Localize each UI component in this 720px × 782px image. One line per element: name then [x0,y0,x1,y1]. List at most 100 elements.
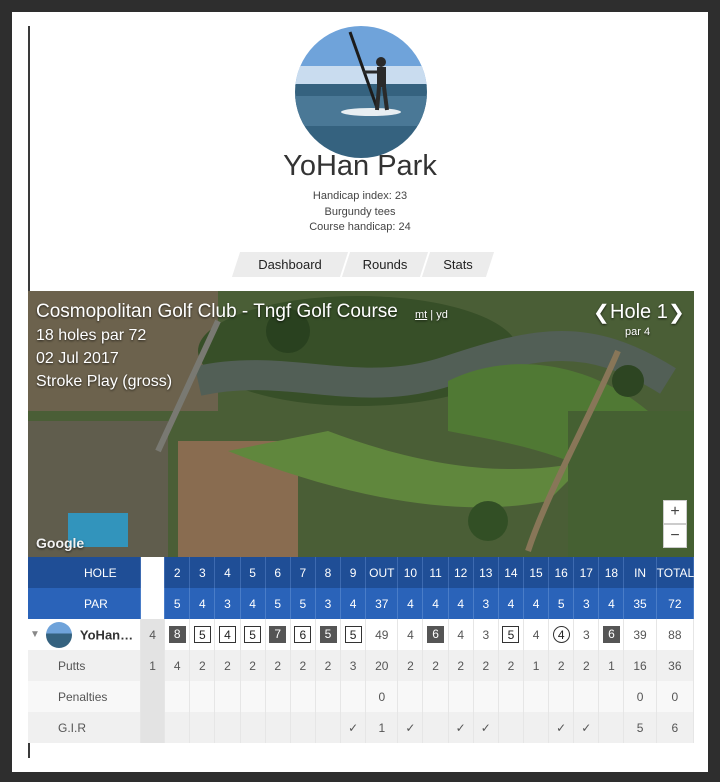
putts-label: Putts [28,650,142,681]
gir-total: 6 [656,712,695,743]
penalties-in: 0 [623,681,657,712]
zoom-in-button[interactable]: + [663,500,687,524]
penalties-out: 0 [365,681,399,712]
tab-stats[interactable]: Stats [421,252,495,277]
putts-cell: 2 [397,650,424,681]
page-frame: YoHan Park Handicap index: 23 Burgundy t… [12,12,708,772]
par-cell: 3 [214,588,241,619]
putts-cell: 1 [523,650,550,681]
score-marker: 7 [269,626,287,643]
penalties-cell [340,681,367,712]
holes-in: IN [623,557,657,588]
play-format: Stroke Play (gross) [36,373,173,390]
holes-cell: 15 [523,557,550,588]
putts-cell: 1 [598,650,625,681]
penalties-cell [548,681,575,712]
zoom-out-button[interactable]: − [663,524,687,548]
score-marker: 6 [602,626,620,643]
penalties-label: Penalties [28,681,142,712]
score-cell: 5 [340,619,367,650]
putts-in: 16 [623,650,657,681]
player-cell[interactable]: ▼ YoHan… [28,619,142,650]
penalties-total: 0 [656,681,695,712]
prev-hole-icon[interactable]: ❮ [593,300,610,325]
penalties-cell [189,681,216,712]
par-out: 37 [365,588,399,619]
gir-in: 5 [623,712,657,743]
expand-icon[interactable]: ▼ [30,629,40,640]
holes-cell: 8 [315,557,342,588]
score-cell: 4 [548,619,575,650]
gir-row: G.I.R ✓ 1 ✓ ✓ ✓ ✓ ✓ 5 6 [28,712,695,743]
player-name: YoHan… [79,627,134,642]
score-cell: 4 [448,619,474,650]
penalties-cell [598,681,625,712]
holes-cell: 1 [140,557,166,588]
putts-cell: 2 [315,650,342,681]
par-cell: 4 [448,588,474,619]
course-map[interactable]: Cosmopolitan Golf Club - Tngf Golf Cours… [28,291,694,557]
putts-cell: 2 [498,650,524,681]
penalties-cell [265,681,291,712]
penalties-cell [397,681,424,712]
putts-cell: 1 [140,650,166,681]
score-marker: 5 [244,626,262,643]
next-hole-icon[interactable]: ❯ [668,300,685,325]
hole-label: HOLE [28,557,142,588]
score-cell: 3 [573,619,600,650]
unit-mt[interactable]: mt [415,309,427,321]
putts-cell: 2 [214,650,241,681]
course-name: Cosmopolitan Golf Club - Tngf Golf Cours… [36,301,398,322]
holes-out: OUT [365,557,399,588]
score-cell: 3 [473,619,499,650]
course-handicap: Course handicap: 24 [309,221,411,233]
gir-cell [265,712,291,743]
unit-separator: | [430,309,434,321]
tab-dashboard[interactable]: Dashboard [231,252,349,277]
penalties-row: Penalties 0 0 0 [28,681,695,712]
holes-cell: 17 [573,557,600,588]
par-label: PAR [28,588,142,619]
penalties-cell [164,681,191,712]
gir-label: G.I.R [28,712,142,743]
putts-cell: 3 [340,650,367,681]
par-total: 72 [656,588,695,619]
penalties-cell [523,681,550,712]
tab-dashboard-label: Dashboard [258,257,322,272]
score-cell: 5 [240,619,266,650]
par-cell: 4 [397,588,424,619]
par-cell: 5 [290,588,316,619]
penalties-cell [573,681,600,712]
gir-cell [189,712,216,743]
par-cell: 5 [164,588,191,619]
putts-out: 20 [365,650,399,681]
score-in: 39 [623,619,657,650]
putts-cell: 2 [240,650,266,681]
profile-avatar [295,26,427,158]
score-cell: 5 [315,619,342,650]
penalties-cell [140,681,166,712]
gir-cell [523,712,550,743]
holes-total: TOTAL [656,557,694,588]
holes-cell: 12 [448,557,474,588]
gir-cell [315,712,342,743]
holes-cell: 18 [598,557,625,588]
holes-cell: 7 [290,557,316,588]
tees-label: Burgundy tees [324,206,396,218]
score-cell: 6 [598,619,625,650]
tab-rounds[interactable]: Rounds [341,252,429,277]
profile-name: YoHan Park [283,150,437,182]
penalties-cell [498,681,524,712]
par-cell: 4 [189,588,216,619]
gir-cell [214,712,241,743]
holes-cell: 5 [240,557,266,588]
gir-cell [290,712,316,743]
par-cell: 4 [498,588,524,619]
round-date: 02 Jul 2017 [36,350,119,367]
holes-cell: 6 [265,557,291,588]
score-cell: 4 [214,619,241,650]
unit-yd[interactable]: yd [436,309,448,321]
holes-cell: 14 [498,557,524,588]
putts-cell: 2 [473,650,499,681]
par-cell: 3 [573,588,600,619]
